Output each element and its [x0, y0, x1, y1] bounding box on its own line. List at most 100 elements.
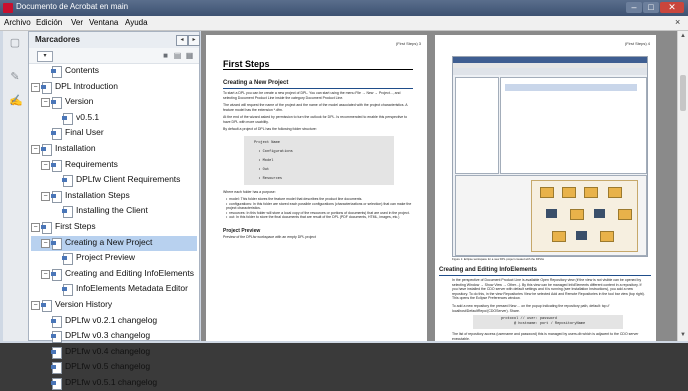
title-rule: [223, 69, 413, 70]
bookmark-item[interactable]: − Requirements: [31, 158, 197, 173]
attachment-icon[interactable]: ✎: [9, 71, 21, 83]
navigation-pane-strip: ▢ ✎ ✍: [3, 31, 29, 341]
bookmark-label: Installation Steps: [65, 190, 130, 200]
scroll-thumb[interactable]: [680, 75, 686, 111]
bookmark-label: Version History: [55, 299, 113, 309]
bookmark-item[interactable]: − First Steps: [31, 220, 197, 235]
figure-node: [608, 187, 622, 198]
bookmark-item[interactable]: − Version: [31, 95, 197, 110]
figure-node: [594, 209, 605, 218]
expand-collapse-toggle[interactable]: −: [31, 145, 40, 154]
bookmark-item[interactable]: InfoElements Metadata Editor: [31, 282, 197, 297]
pdf-page-3: (First Steps) 3 First Steps Creating a N…: [206, 35, 427, 341]
expand-bookmark-icon[interactable]: ▦: [185, 51, 194, 60]
bookmarks-title: Marcadores: [35, 35, 80, 44]
bookmark-item[interactable]: Project Preview: [31, 251, 197, 266]
expand-collapse-toggle[interactable]: −: [41, 270, 50, 279]
menu-file[interactable]: Archivo: [4, 18, 31, 27]
bookmark-item[interactable]: DPLfw v0.5 changelog: [31, 360, 197, 375]
bookmark-icon: [62, 253, 73, 265]
bookmark-options-button[interactable]: ▾: [37, 51, 53, 62]
delete-bookmark-icon[interactable]: ■: [161, 51, 170, 60]
section-heading: Creating and Editing InfoElements: [439, 267, 538, 273]
expand-collapse-toggle[interactable]: −: [41, 192, 50, 201]
figure-node: [584, 187, 598, 198]
vertical-scrollbar[interactable]: ▲ ▼: [677, 31, 688, 341]
bookmark-icon: [51, 362, 62, 374]
code-text: protocol // user: password @ hostname: p…: [501, 317, 586, 326]
expand-collapse-toggle[interactable]: −: [31, 223, 40, 232]
repository-url-code-block: protocol // user: password @ hostname: p…: [473, 315, 623, 329]
bookmark-item[interactable]: − Creating a New Project: [31, 236, 197, 251]
expand-panel-button[interactable]: ▸: [188, 35, 200, 46]
bookmark-item[interactable]: DPLfw v0.5.1 changelog: [31, 376, 197, 391]
bookmark-icon: [62, 175, 73, 187]
bookmark-icon: [51, 97, 62, 109]
paragraph: At the end of the wizard asked by permis…: [223, 115, 409, 124]
bookmark-icon: [41, 82, 52, 94]
expand-collapse-toggle[interactable]: −: [31, 301, 40, 310]
paragraph: The list of repository access (username …: [452, 332, 640, 341]
bookmark-label: DPLfw v0.5.1 changelog: [65, 377, 158, 387]
expand-collapse-toggle[interactable]: −: [31, 83, 40, 92]
menu-window[interactable]: Ventana: [89, 18, 118, 27]
acrobat-app-icon: [3, 3, 13, 13]
bookmark-label: Creating and Editing InfoElements: [65, 268, 194, 278]
minimize-button[interactable]: –: [626, 2, 642, 13]
paragraph: In the perspective of Document Product L…: [452, 278, 646, 301]
menu-edit[interactable]: Edición: [36, 18, 62, 27]
bookmarks-header: Marcadores ◂ ▸: [29, 32, 200, 49]
document-viewer[interactable]: (First Steps) 3 First Steps Creating a N…: [201, 31, 677, 341]
expand-collapse-toggle[interactable]: −: [41, 98, 50, 107]
bookmark-label: DPLfw Client Requirements: [76, 174, 181, 184]
bookmark-item[interactable]: DPLfw Client Requirements: [31, 173, 197, 188]
bookmark-label: Contents: [65, 65, 100, 75]
bookmark-icon: [51, 160, 62, 172]
paragraph: Preview of the DPLfw workspace with an e…: [223, 235, 316, 239]
bookmark-item[interactable]: DPLfw v0.3 changelog: [31, 329, 197, 344]
figure-node: [576, 231, 587, 240]
bookmark-item[interactable]: − Installation: [31, 142, 197, 157]
bookmark-item[interactable]: DPLfw v0.4 changelog: [31, 345, 197, 360]
collapse-panel-button[interactable]: ◂: [176, 35, 188, 46]
bookmarks-toolbar: ▾ ■ ▤ ▦: [29, 48, 199, 64]
bookmark-item[interactable]: − Installation Steps: [31, 189, 197, 204]
bookmark-item[interactable]: Final User: [31, 126, 197, 141]
bookmark-icon: [41, 300, 52, 312]
menu-view[interactable]: Ver: [71, 18, 83, 27]
figure-project-explorer: [455, 77, 499, 174]
heading-rule: [439, 275, 651, 276]
figure-feature-diagram: [531, 180, 638, 252]
expand-collapse-toggle[interactable]: −: [41, 239, 50, 248]
document-close-icon[interactable]: ×: [675, 17, 680, 27]
new-bookmark-icon[interactable]: ▤: [173, 51, 182, 60]
figure-caption: Figure 1: Eclipse workspace for a new DP…: [452, 257, 545, 261]
bookmark-label: Installing the Client: [76, 205, 148, 215]
scroll-down-icon[interactable]: ▼: [679, 331, 687, 339]
pdf-page-4: (First Steps) 4 Figure 1: Eclipse worksp…: [435, 35, 656, 341]
signature-icon[interactable]: ✍: [9, 95, 23, 107]
figure-toolbar: [453, 68, 647, 75]
bookmark-item[interactable]: Contents: [31, 64, 197, 79]
menu-help[interactable]: Ayuda: [125, 18, 148, 27]
bookmark-item[interactable]: Installing the Client: [31, 204, 197, 219]
menu-bar: Archivo Edición Ver Ventana Ayuda ×: [0, 16, 688, 31]
pages-icon[interactable]: ▢: [9, 37, 21, 49]
close-button[interactable]: ✕: [660, 2, 684, 13]
expand-collapse-toggle[interactable]: −: [41, 161, 50, 170]
bookmark-label: Installation: [55, 143, 96, 153]
bookmark-label: Project Preview: [76, 252, 136, 262]
code-text: Project Name • Configurations • Model • …: [254, 141, 293, 181]
bookmark-label: InfoElements Metadata Editor: [76, 283, 188, 293]
maximize-button[interactable]: □: [643, 2, 659, 13]
bookmark-item[interactable]: − DPL Introduction: [31, 80, 197, 95]
figure-node: [540, 187, 554, 198]
scroll-up-icon[interactable]: ▲: [679, 32, 687, 40]
bookmark-item[interactable]: DPLfw v0.2.1 changelog: [31, 314, 197, 329]
bookmark-label: DPLfw v0.5 changelog: [65, 361, 151, 371]
bookmark-item[interactable]: − Version History: [31, 298, 197, 313]
bookmark-item[interactable]: v0.5.1: [31, 111, 197, 126]
bookmark-label: DPLfw v0.3 changelog: [65, 330, 151, 340]
bookmark-item[interactable]: − Creating and Editing InfoElements: [31, 267, 197, 282]
folder-structure-code-block: Project Name • Configurations • Model • …: [244, 136, 394, 185]
